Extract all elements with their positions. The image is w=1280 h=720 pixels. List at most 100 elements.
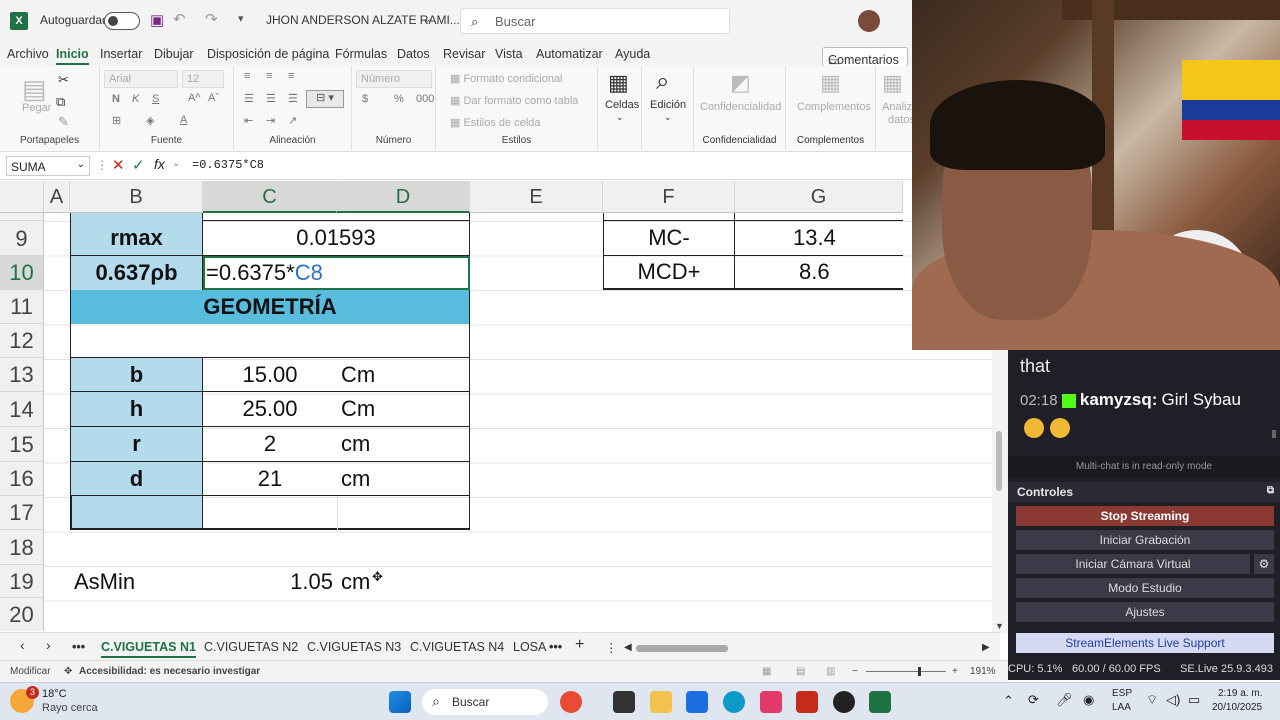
gear-icon[interactable]: ⚙ (1254, 554, 1274, 574)
geometria-title[interactable]: GEOMETRÍA (70, 290, 470, 324)
tab-viguetas-n3[interactable]: C.VIGUETAS N3 (307, 640, 401, 654)
row-header-20[interactable]: 20 (0, 598, 44, 631)
enter-icon[interactable]: ✓ (132, 156, 145, 174)
confidentiality-icon[interactable]: ◩ (730, 70, 751, 96)
column-header-d[interactable]: D (337, 181, 470, 213)
menu-archivo[interactable]: Archivo (7, 47, 49, 61)
scroll-thumb[interactable] (996, 431, 1002, 491)
tabs-menu-icon[interactable]: ⋮ (605, 640, 618, 655)
redo-icon[interactable]: ↷ (205, 10, 218, 28)
addins-icon[interactable]: ▦ (820, 70, 841, 96)
cells-chevron-icon[interactable]: ⌄ (616, 112, 624, 123)
autosave-toggle[interactable] (104, 12, 140, 30)
row-header-11[interactable]: 11 (0, 290, 44, 324)
cell-b17[interactable] (70, 496, 203, 530)
tray-sync-icon[interactable]: ⟳ (1028, 692, 1039, 708)
cell-b13[interactable]: b (70, 358, 203, 392)
windows-start-icon[interactable] (389, 691, 411, 713)
merge-cells-icon[interactable]: ⊟ ▾ (306, 90, 344, 108)
microphone-icon[interactable]: 🎤︎ (1056, 692, 1073, 708)
undo-icon[interactable]: ↶ (173, 10, 186, 28)
name-box[interactable]: SUMA ⌄ (6, 156, 90, 176)
cell-a19[interactable]: AsMin (74, 565, 203, 598)
zoom-slider-thumb[interactable] (918, 667, 921, 676)
menu-datos[interactable]: Datos (397, 47, 430, 61)
function-chevron-icon[interactable]: ⌄ (172, 158, 180, 169)
cells-icon[interactable]: ▦ (608, 70, 629, 96)
name-box-chevron-icon[interactable]: ⌄ (77, 159, 85, 170)
column-header-f[interactable]: F (603, 181, 735, 213)
cell-f9[interactable]: MC- (603, 221, 735, 256)
page-break-icon[interactable]: ▥ (826, 666, 835, 677)
function-icon[interactable]: fx (154, 156, 165, 172)
thousands-icon[interactable]: 000 (416, 93, 434, 105)
indent-decrease-icon[interactable]: ⇤ (244, 114, 253, 127)
cell-b8[interactable] (70, 213, 203, 221)
page-layout-icon[interactable]: ▤ (796, 666, 805, 677)
percent-icon[interactable]: % (394, 93, 404, 105)
cell-styles-button[interactable]: ▦ Estilos de celda (450, 116, 541, 129)
column-header-a[interactable]: A (44, 181, 70, 213)
taskbar-search[interactable]: ⌕ Buscar (422, 689, 548, 715)
weather-temp[interactable]: 18°C (42, 688, 67, 700)
format-painter-icon[interactable]: ✎ (58, 114, 69, 130)
menu-disposicion[interactable]: Disposición de página (207, 47, 329, 61)
comments-button[interactable]: ▭ Comentarios (822, 47, 908, 68)
streamelements-support-button[interactable]: StreamElements Live Support (1016, 633, 1274, 653)
excel-taskbar-icon[interactable] (869, 691, 891, 713)
align-center-icon[interactable]: ☰ (266, 92, 276, 105)
align-top-icon[interactable]: ≡ (244, 70, 250, 82)
tray-app-icon[interactable]: ◉ (1083, 692, 1094, 708)
start-recording-button[interactable]: Iniciar Grabación (1016, 530, 1274, 550)
search-edit-icon[interactable]: ⌕ (656, 68, 669, 96)
terminal-icon[interactable] (613, 691, 635, 713)
tray-chevron-icon[interactable]: ⌃ (1003, 693, 1014, 709)
row-header-9[interactable]: 9 (0, 221, 44, 256)
accessibility-icon[interactable]: ✥ (64, 666, 72, 677)
edicion-chevron-icon[interactable]: ⌄ (664, 112, 672, 123)
cell-b10[interactable]: 0.637ρb (70, 256, 203, 290)
fill-color-icon[interactable]: ◈ (146, 114, 154, 127)
tiktok-icon[interactable] (760, 691, 782, 713)
cell-d19[interactable]: cm (341, 565, 470, 598)
row-header-13[interactable]: 13 (0, 358, 44, 392)
underline-icon[interactable]: S (152, 93, 159, 105)
grow-font-icon[interactable]: A^ (188, 92, 201, 104)
chat-user[interactable]: kamyzsq: (1080, 390, 1157, 409)
column-header-g[interactable]: G (735, 181, 903, 213)
align-left-icon[interactable]: ☰ (244, 92, 254, 105)
cell-c15[interactable]: 2 (203, 427, 337, 462)
align-bottom-icon[interactable]: ≡ (288, 70, 294, 82)
tab-viguetas-n4[interactable]: C.VIGUETAS N4 (410, 640, 504, 654)
zoom-in-icon[interactable]: + (952, 666, 958, 677)
cell-g8[interactable] (735, 213, 903, 221)
analyze-icon[interactable]: ▦ (882, 70, 903, 96)
row-header-17[interactable]: 17 (0, 496, 44, 530)
wifi-icon[interactable]: ⌔ (1146, 692, 1158, 708)
cell-c9[interactable]: 0.01593 (203, 221, 470, 256)
zoom-level[interactable]: 191% (970, 666, 996, 677)
paste-label[interactable]: Pegar (22, 102, 51, 114)
clock-time[interactable]: 2:19 a. m. (1218, 688, 1262, 699)
italic-icon[interactable]: K (132, 93, 139, 105)
cell-g10[interactable]: 8.6 (735, 256, 903, 290)
normal-view-icon[interactable]: ▦ (762, 666, 771, 677)
row-header-15[interactable]: 15 (0, 427, 44, 462)
cancel-icon[interactable]: ✕ (112, 156, 125, 174)
stop-streaming-button[interactable]: Stop Streaming (1016, 506, 1274, 526)
cut-icon[interactable]: ✂ (58, 72, 69, 88)
studio-mode-button[interactable]: Modo Estudio (1016, 578, 1274, 598)
cell-f10[interactable]: MCD+ (603, 256, 735, 290)
cell-b14[interactable]: h (70, 392, 203, 427)
scroll-down-icon[interactable]: ▼ (995, 621, 1004, 631)
qat-more-icon[interactable]: ▾ (238, 12, 244, 25)
menu-dibujar[interactable]: Dibujar (154, 47, 194, 61)
cell-b16[interactable]: d (70, 462, 203, 496)
horizontal-scroll-thumb[interactable] (636, 645, 728, 652)
cell-c14[interactable]: 25.00 (203, 392, 337, 427)
cell-b12[interactable] (70, 324, 470, 358)
tab-viguetas-n1[interactable]: C.VIGUETAS N1 (101, 640, 196, 658)
tab-prev-icon[interactable]: ‹ (20, 637, 25, 653)
zoom-out-icon[interactable]: − (852, 666, 858, 677)
font-name-select[interactable]: Arial (104, 70, 178, 88)
